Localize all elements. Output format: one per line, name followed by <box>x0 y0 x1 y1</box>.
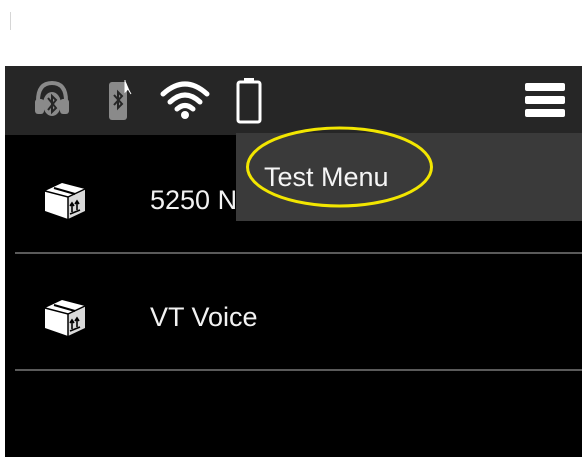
status-bar <box>5 66 582 135</box>
overflow-menu: Test Menu <box>236 133 582 221</box>
corner-mark <box>10 12 11 30</box>
battery-icon <box>235 76 263 129</box>
wifi-icon <box>160 80 210 125</box>
app-item-vt-voice[interactable]: VT Voice <box>5 252 582 369</box>
menu-item-label: Test Menu <box>264 162 389 192</box>
bluetooth-device-icon <box>106 78 132 127</box>
device-screen: 5250 N VT Voice Test Menu <box>5 66 582 457</box>
divider <box>15 369 582 371</box>
menu-button[interactable] <box>523 78 567 122</box>
package-box-icon <box>42 296 88 338</box>
bluetooth-headset-icon <box>33 79 71 124</box>
package-box-icon <box>42 179 88 221</box>
menu-item-test-menu[interactable]: Test Menu <box>236 133 582 221</box>
app-label: VT Voice <box>150 302 258 332</box>
hamburger-menu-icon <box>523 83 567 126</box>
app-label: 5250 N <box>150 185 238 215</box>
